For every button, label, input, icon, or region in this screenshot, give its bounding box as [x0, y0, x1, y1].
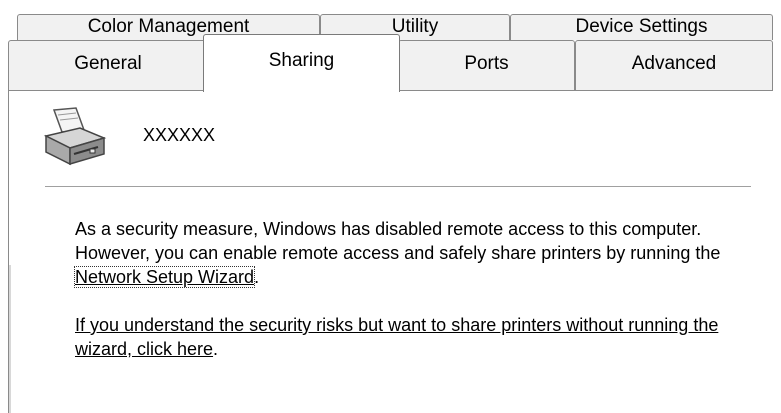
security-message: As a security measure, Windows has disab…	[73, 217, 765, 289]
separator	[45, 186, 751, 188]
printer-icon	[40, 106, 110, 168]
security-message-text: As a security measure, Windows has disab…	[75, 219, 721, 263]
sharing-info: As a security measure, Windows has disab…	[73, 217, 765, 361]
override-message-end: .	[213, 339, 219, 359]
tab-ports[interactable]: Ports	[398, 40, 575, 91]
security-message-end: .	[254, 267, 260, 287]
tab-sharing[interactable]: Sharing	[203, 34, 400, 92]
override-message: If you understand the security risks but…	[75, 313, 765, 361]
tab-device-settings[interactable]: Device Settings	[510, 14, 773, 40]
share-without-wizard-link[interactable]: If you understand the security risks but…	[75, 315, 718, 359]
tab-general[interactable]: General	[8, 40, 208, 91]
panel-shadow-edge	[9, 265, 11, 413]
network-setup-wizard-link[interactable]: Network Setup Wizard	[73, 266, 256, 288]
printer-name: XXXXXX	[143, 125, 216, 145]
tab-advanced[interactable]: Advanced	[575, 40, 773, 91]
